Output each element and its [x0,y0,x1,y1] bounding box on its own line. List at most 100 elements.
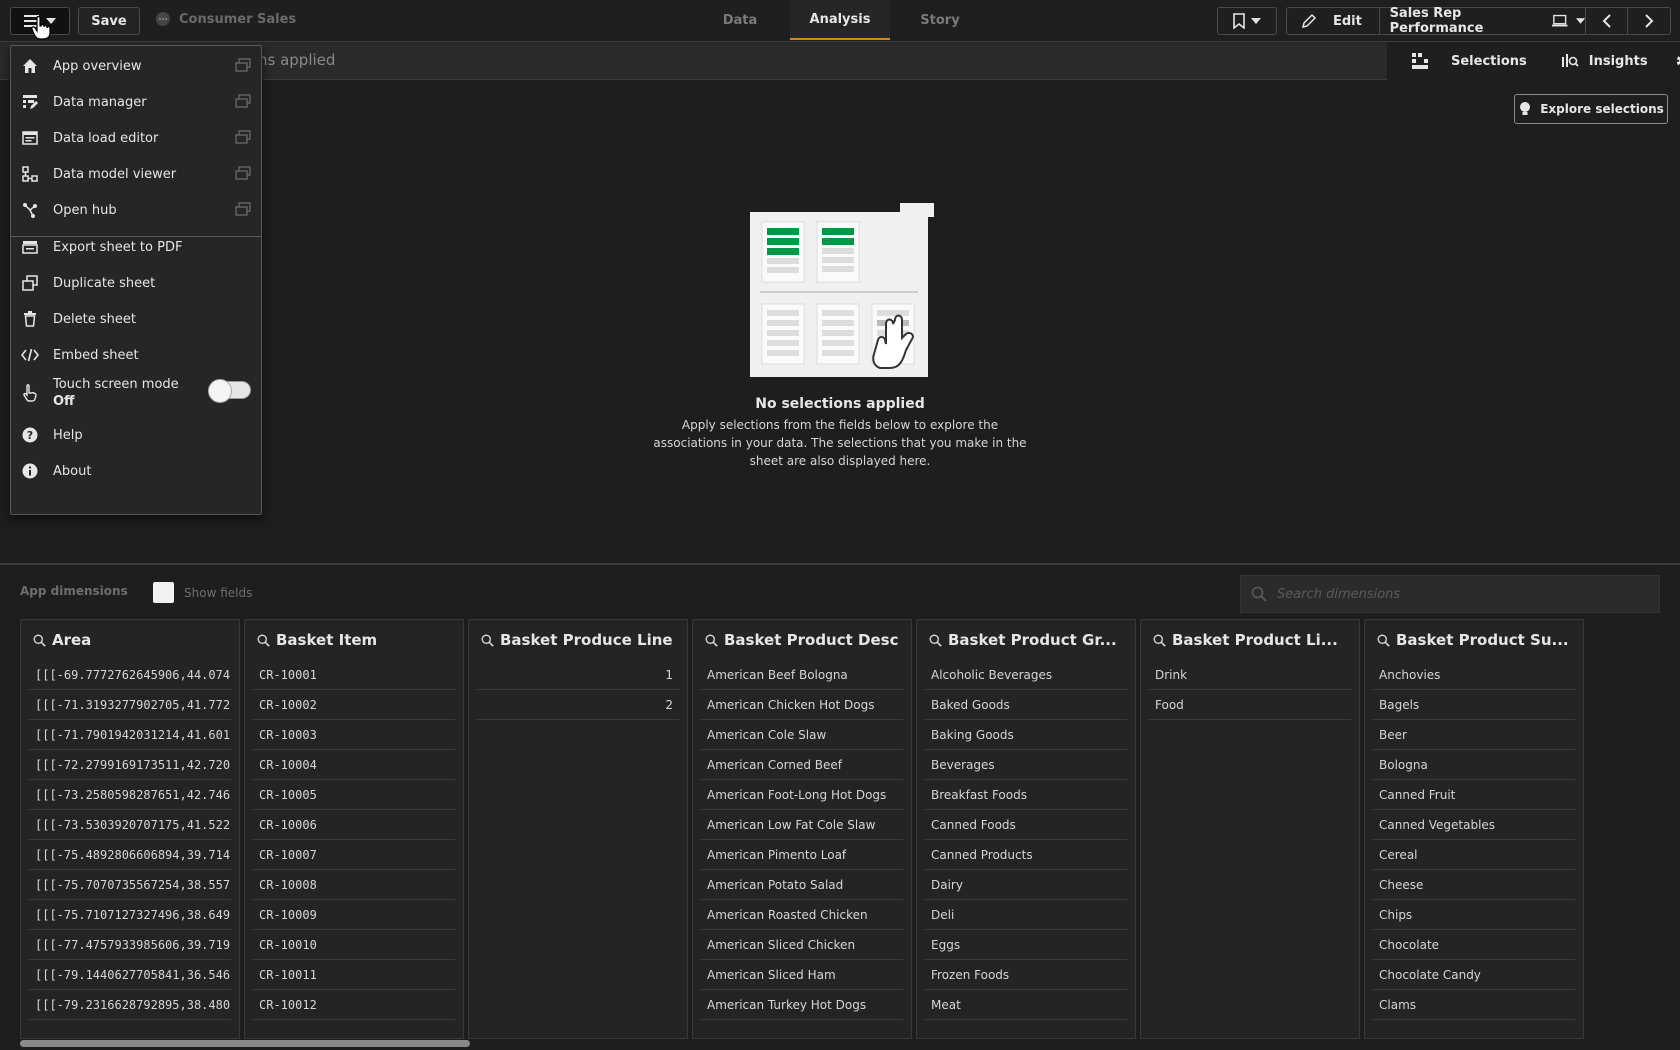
dimension-value[interactable]: Clams [1373,990,1575,1020]
dimension-value[interactable]: Chocolate [1373,930,1575,960]
dimension-value[interactable]: [[[-71.7901942031214,41.601... [29,720,231,750]
bookmarks-button[interactable] [1217,7,1277,35]
save-button[interactable]: Save [78,7,140,35]
dimension-value[interactable]: CR-10011 [253,960,455,990]
sheet-selector[interactable]: Sales Rep Performance [1380,6,1587,36]
open-new-tab-icon[interactable] [235,58,251,72]
menu-item-about[interactable]: About [11,452,261,490]
dimension-value[interactable]: American Sliced Ham [701,960,903,990]
dimension-value[interactable]: Eggs [925,930,1127,960]
dimension-value[interactable]: [[[-77.4757933985606,39.719... [29,930,231,960]
dimension-value[interactable]: American Roasted Chicken [701,900,903,930]
touch-mode-toggle[interactable] [208,379,251,403]
dimension-card[interactable]: Basket Product Gr... Alcoholic Beverages B… [916,619,1136,1039]
dimension-value[interactable]: Canned Fruit [1373,780,1575,810]
dimension-value[interactable]: [[[-72.2799169173511,42.720... [29,750,231,780]
dimension-value[interactable]: Canned Products [925,840,1127,870]
dimension-value[interactable]: [[[-79.1440627705841,36.546... [29,960,231,990]
dimension-value[interactable]: [[[-73.2580598287651,42.746... [29,780,231,810]
dimension-value[interactable]: Chocolate Candy [1373,960,1575,990]
dimension-value[interactable]: CR-10005 [253,780,455,810]
dimension-value[interactable]: Cereal [1373,840,1575,870]
dimension-value[interactable]: CR-10010 [253,930,455,960]
dimension-value[interactable]: Breakfast Foods [925,780,1127,810]
dimension-value[interactable]: Bologna [1373,750,1575,780]
dimension-value[interactable]: Cheese [1373,870,1575,900]
dimension-value[interactable]: CR-10009 [253,900,455,930]
menu-item-duplicate-sheet[interactable]: Duplicate sheet [11,264,261,302]
dimension-value[interactable]: Deli [925,900,1127,930]
dimension-value[interactable]: CR-10002 [253,690,455,720]
settings-tool[interactable] [1674,51,1680,71]
dimension-value[interactable]: Anchovies [1373,660,1575,690]
dimension-value[interactable]: American Chicken Hot Dogs [701,690,903,720]
dimension-value[interactable]: Chips [1373,900,1575,930]
dimension-card-header[interactable]: Basket Product Li... [1141,620,1359,660]
dimension-value[interactable]: CR-10003 [253,720,455,750]
dimension-value[interactable]: CR-10001 [253,660,455,690]
dimension-value[interactable]: Food [1149,690,1351,720]
dimension-value[interactable]: American Beef Bologna [701,660,903,690]
dimension-card[interactable]: Basket Item CR-10001 CR-10002 CR-10003 CR-10… [244,619,464,1039]
dimension-value[interactable]: American Turkey Hot Dogs [701,990,903,1020]
dimension-value[interactable]: 2 [477,690,679,720]
tab-data[interactable]: Data [690,0,790,40]
dimension-card[interactable]: Basket Product Desc American Beef Bologna… [692,619,912,1039]
dimension-value[interactable]: Canned Foods [925,810,1127,840]
open-new-tab-icon[interactable] [235,202,251,216]
dimension-value[interactable]: Beer [1373,720,1575,750]
dimension-card[interactable]: Basket Product Li... Drink Food [1140,619,1360,1039]
dimension-value[interactable]: Alcoholic Beverages [925,660,1127,690]
dimension-value[interactable]: CR-10004 [253,750,455,780]
dimension-card-header[interactable]: Basket Item [245,620,463,660]
insights-tool[interactable]: Insights [1561,53,1648,69]
previous-sheet-button[interactable] [1586,8,1629,34]
dimension-value[interactable]: [[[-75.4892806606894,39.714... [29,840,231,870]
open-new-tab-icon[interactable] [235,94,251,108]
open-new-tab-icon[interactable] [235,130,251,144]
dimension-card[interactable]: Basket Product Su... Anchovies Bagels Beer B… [1364,619,1584,1039]
dimension-value[interactable]: American Foot-Long Hot Dogs [701,780,903,810]
next-sheet-button[interactable] [1628,8,1670,34]
dimension-value[interactable]: Dairy [925,870,1127,900]
open-new-tab-icon[interactable] [235,166,251,180]
edit-button[interactable]: Edit [1287,8,1380,34]
dimension-card[interactable]: Basket Produce Line 1 2 [468,619,688,1039]
dimension-value[interactable]: [[[-75.7107127327496,38.649... [29,900,231,930]
menu-item-touch-screen-mode[interactable]: Touch screen mode Off [11,372,261,414]
show-fields-toggle[interactable]: Show fields [153,582,252,603]
dimension-value[interactable]: Bagels [1373,690,1575,720]
dimension-value[interactable]: Beverages [925,750,1127,780]
dimension-value[interactable]: Meat [925,990,1127,1020]
menu-item-app-overview[interactable]: App overview [11,47,261,85]
dimension-value[interactable]: Baked Goods [925,690,1127,720]
dimension-value[interactable]: [[[-75.7070735567254,38.557... [29,870,231,900]
dimension-value[interactable]: American Low Fat Cole Slaw [701,810,903,840]
dimension-value[interactable]: American Pimento Loaf [701,840,903,870]
dimension-value[interactable]: [[[-71.3193277902705,41.772... [29,690,231,720]
dimension-value[interactable]: CR-10012 [253,990,455,1020]
dimension-value[interactable]: [[[-79.2316628792895,38.480... [29,990,231,1020]
dimension-value[interactable]: CR-10007 [253,840,455,870]
menu-item-data-manager[interactable]: Data manager [11,83,261,121]
menu-item-help[interactable]: ? Help [11,416,261,454]
dimension-card[interactable]: Area [[[-69.7772762645906,44.074... [[[-71… [20,619,240,1039]
dimension-value[interactable]: [[[-73.5303920707175,41.522... [29,810,231,840]
dimension-value[interactable]: American Cole Slaw [701,720,903,750]
selections-tool[interactable]: Selections [1411,52,1527,70]
tab-story[interactable]: Story [890,0,990,40]
dimension-value[interactable]: CR-10006 [253,810,455,840]
dimension-value[interactable]: Drink [1149,660,1351,690]
dimension-card-header[interactable]: Basket Product Gr... [917,620,1135,660]
menu-item-embed-sheet[interactable]: Embed sheet [11,336,261,374]
dimension-value[interactable]: CR-10008 [253,870,455,900]
dimension-value[interactable]: American Potato Salad [701,870,903,900]
menu-item-data-model-viewer[interactable]: Data model viewer [11,155,261,193]
tab-analysis[interactable]: Analysis [790,0,890,40]
dimension-value[interactable]: Baking Goods [925,720,1127,750]
menu-item-delete-sheet[interactable]: Delete sheet [11,300,261,338]
dimension-value[interactable]: Canned Vegetables [1373,810,1575,840]
menu-item-open-hub[interactable]: Open hub [11,191,261,229]
dimension-card-header[interactable]: Basket Produce Line [469,620,687,660]
dimension-card-header[interactable]: Basket Product Desc [693,620,911,660]
